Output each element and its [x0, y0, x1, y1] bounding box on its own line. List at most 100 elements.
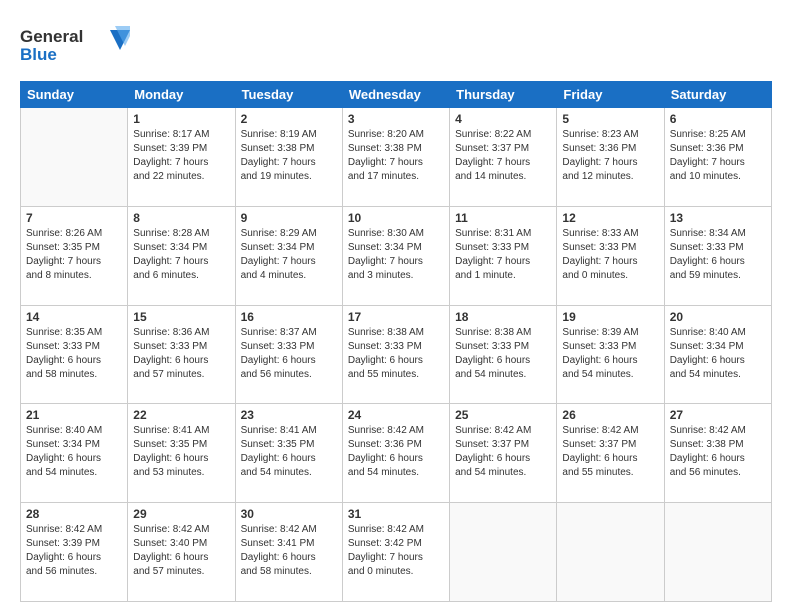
calendar-cell: 13 Sunrise: 8:34 AMSunset: 3:33 PMDayligh…: [664, 206, 771, 305]
cell-info-line: Sunset: 3:39 PM: [133, 142, 229, 156]
day-number: 7: [26, 211, 122, 225]
calendar-cell: 9Sunrise: 8:29 AMSunset: 3:34 PMDaylight…: [235, 206, 342, 305]
calendar-cell: 23Sunrise: 8:41 AMSunset: 3:35 PMDayligh…: [235, 404, 342, 503]
cell-info-line: Sunset: 3:38 PM: [241, 142, 337, 156]
svg-text:Blue: Blue: [20, 45, 57, 64]
calendar-cell: 25Sunrise: 8:42 AMSunset: 3:37 PMDayligh…: [450, 404, 557, 503]
cell-info-line: Daylight: 6 hours: [562, 452, 658, 466]
day-number: 5: [562, 112, 658, 126]
calendar-cell: 3Sunrise: 8:20 AMSunset: 3:38 PMDaylight…: [342, 108, 449, 207]
day-number: 9: [241, 211, 337, 225]
day-number: 21: [26, 408, 122, 422]
day-number: 8: [133, 211, 229, 225]
cell-info-line: Sunset: 3:33 PM: [670, 241, 766, 255]
calendar-cell: 5 Sunrise: 8:23 AMSunset: 3:36 PMDaylight…: [557, 108, 664, 207]
cell-info-line: Sunset: 3:33 PM: [348, 340, 444, 354]
cell-info-line: Daylight: 7 hours: [562, 156, 658, 170]
cell-info-line: and 22 minutes.: [133, 170, 229, 184]
day-number: 1: [133, 112, 229, 126]
cell-info-line: and 54 minutes.: [455, 368, 551, 382]
cell-info-line: Sunrise: 8:23 AM: [562, 128, 658, 142]
cell-info-line: Sunset: 3:40 PM: [133, 537, 229, 551]
cell-info-line: Sunset: 3:42 PM: [348, 537, 444, 551]
day-number: 18: [455, 310, 551, 324]
cell-info-line: and 17 minutes.: [348, 170, 444, 184]
cell-info-line: Sunset: 3:37 PM: [455, 438, 551, 452]
cell-info-line: and 54 minutes.: [562, 368, 658, 382]
cell-info-line: and 56 minutes.: [241, 368, 337, 382]
cell-info-line: Daylight: 7 hours: [670, 156, 766, 170]
calendar-cell: 21Sunrise: 8:40 AMSunset: 3:34 PMDayligh…: [21, 404, 128, 503]
day-number: 6: [670, 112, 766, 126]
cell-info-line: Daylight: 6 hours: [133, 452, 229, 466]
cell-info-line: Sunrise: 8:41 AM: [133, 424, 229, 438]
cell-info-line: and 14 minutes.: [455, 170, 551, 184]
calendar-cell: [21, 108, 128, 207]
cell-info-line: Sunrise: 8:36 AM: [133, 326, 229, 340]
cell-info-line: Daylight: 6 hours: [133, 551, 229, 565]
calendar-cell: [664, 503, 771, 602]
calendar-cell: 19Sunrise: 8:39 AMSunset: 3:33 PMDayligh…: [557, 305, 664, 404]
calendar-cell: 17Sunrise: 8:38 AMSunset: 3:33 PMDayligh…: [342, 305, 449, 404]
calendar-week-2: 7Sunrise: 8:26 AMSunset: 3:35 PMDaylight…: [21, 206, 772, 305]
cell-info-line: Sunset: 3:36 PM: [562, 142, 658, 156]
cell-info-line: Sunset: 3:36 PM: [348, 438, 444, 452]
day-number: 10: [348, 211, 444, 225]
cell-info-line: Daylight: 7 hours: [455, 156, 551, 170]
calendar-week-1: 1Sunrise: 8:17 AMSunset: 3:39 PMDaylight…: [21, 108, 772, 207]
cell-info-line: Daylight: 6 hours: [670, 255, 766, 269]
cell-info-line: Sunrise: 8:33 AM: [562, 227, 658, 241]
calendar-cell: 4Sunrise: 8:22 AMSunset: 3:37 PMDaylight…: [450, 108, 557, 207]
cell-info-line: and 54 minutes.: [670, 368, 766, 382]
day-number: 31: [348, 507, 444, 521]
calendar-cell: 14Sunrise: 8:35 AMSunset: 3:33 PMDayligh…: [21, 305, 128, 404]
day-number: 13: [670, 211, 766, 225]
cell-info-line: Sunrise: 8:38 AM: [455, 326, 551, 340]
day-number: 17: [348, 310, 444, 324]
calendar-cell: 24Sunrise: 8:42 AMSunset: 3:36 PMDayligh…: [342, 404, 449, 503]
cell-info-line: Sunset: 3:35 PM: [26, 241, 122, 255]
weekday-header-thursday: Thursday: [450, 82, 557, 108]
page: General Blue SundayMondayTuesdayWednesda…: [0, 0, 792, 612]
cell-info-line: and 56 minutes.: [670, 466, 766, 480]
day-number: 26: [562, 408, 658, 422]
cell-info-line: Sunset: 3:33 PM: [455, 241, 551, 255]
cell-info-line: and 56 minutes.: [26, 565, 122, 579]
cell-info-line: Sunrise: 8:29 AM: [241, 227, 337, 241]
day-number: 29: [133, 507, 229, 521]
cell-info-line: and 54 minutes.: [348, 466, 444, 480]
calendar-cell: 15Sunrise: 8:36 AMSunset: 3:33 PMDayligh…: [128, 305, 235, 404]
cell-info-line: and 12 minutes.: [562, 170, 658, 184]
cell-info-line: and 58 minutes.: [241, 565, 337, 579]
cell-info-line: and 57 minutes.: [133, 565, 229, 579]
day-number: 4: [455, 112, 551, 126]
cell-info-line: Sunrise: 8:28 AM: [133, 227, 229, 241]
calendar-cell: 8Sunrise: 8:28 AMSunset: 3:34 PMDaylight…: [128, 206, 235, 305]
cell-info-line: Sunset: 3:34 PM: [348, 241, 444, 255]
day-number: 28: [26, 507, 122, 521]
weekday-header-monday: Monday: [128, 82, 235, 108]
cell-info-line: Sunrise: 8:34 AM: [670, 227, 766, 241]
cell-info-line: Sunset: 3:33 PM: [241, 340, 337, 354]
cell-info-line: Daylight: 6 hours: [26, 452, 122, 466]
weekday-header-friday: Friday: [557, 82, 664, 108]
cell-info-line: Sunset: 3:33 PM: [562, 241, 658, 255]
day-number: 27: [670, 408, 766, 422]
cell-info-line: Daylight: 7 hours: [241, 156, 337, 170]
day-number: 14: [26, 310, 122, 324]
day-number: 16: [241, 310, 337, 324]
day-number: 24: [348, 408, 444, 422]
calendar-cell: 11Sunrise: 8:31 AMSunset: 3:33 PMDayligh…: [450, 206, 557, 305]
weekday-header-sunday: Sunday: [21, 82, 128, 108]
weekday-header-wednesday: Wednesday: [342, 82, 449, 108]
cell-info-line: Sunrise: 8:38 AM: [348, 326, 444, 340]
cell-info-line: Sunrise: 8:42 AM: [670, 424, 766, 438]
cell-info-line: Daylight: 7 hours: [455, 255, 551, 269]
cell-info-line: Sunset: 3:39 PM: [26, 537, 122, 551]
header: General Blue: [20, 18, 772, 71]
cell-info-line: Daylight: 6 hours: [455, 452, 551, 466]
cell-info-line: and 1 minute.: [455, 269, 551, 283]
cell-info-line: Sunset: 3:33 PM: [562, 340, 658, 354]
cell-info-line: and 54 minutes.: [26, 466, 122, 480]
day-number: 2: [241, 112, 337, 126]
